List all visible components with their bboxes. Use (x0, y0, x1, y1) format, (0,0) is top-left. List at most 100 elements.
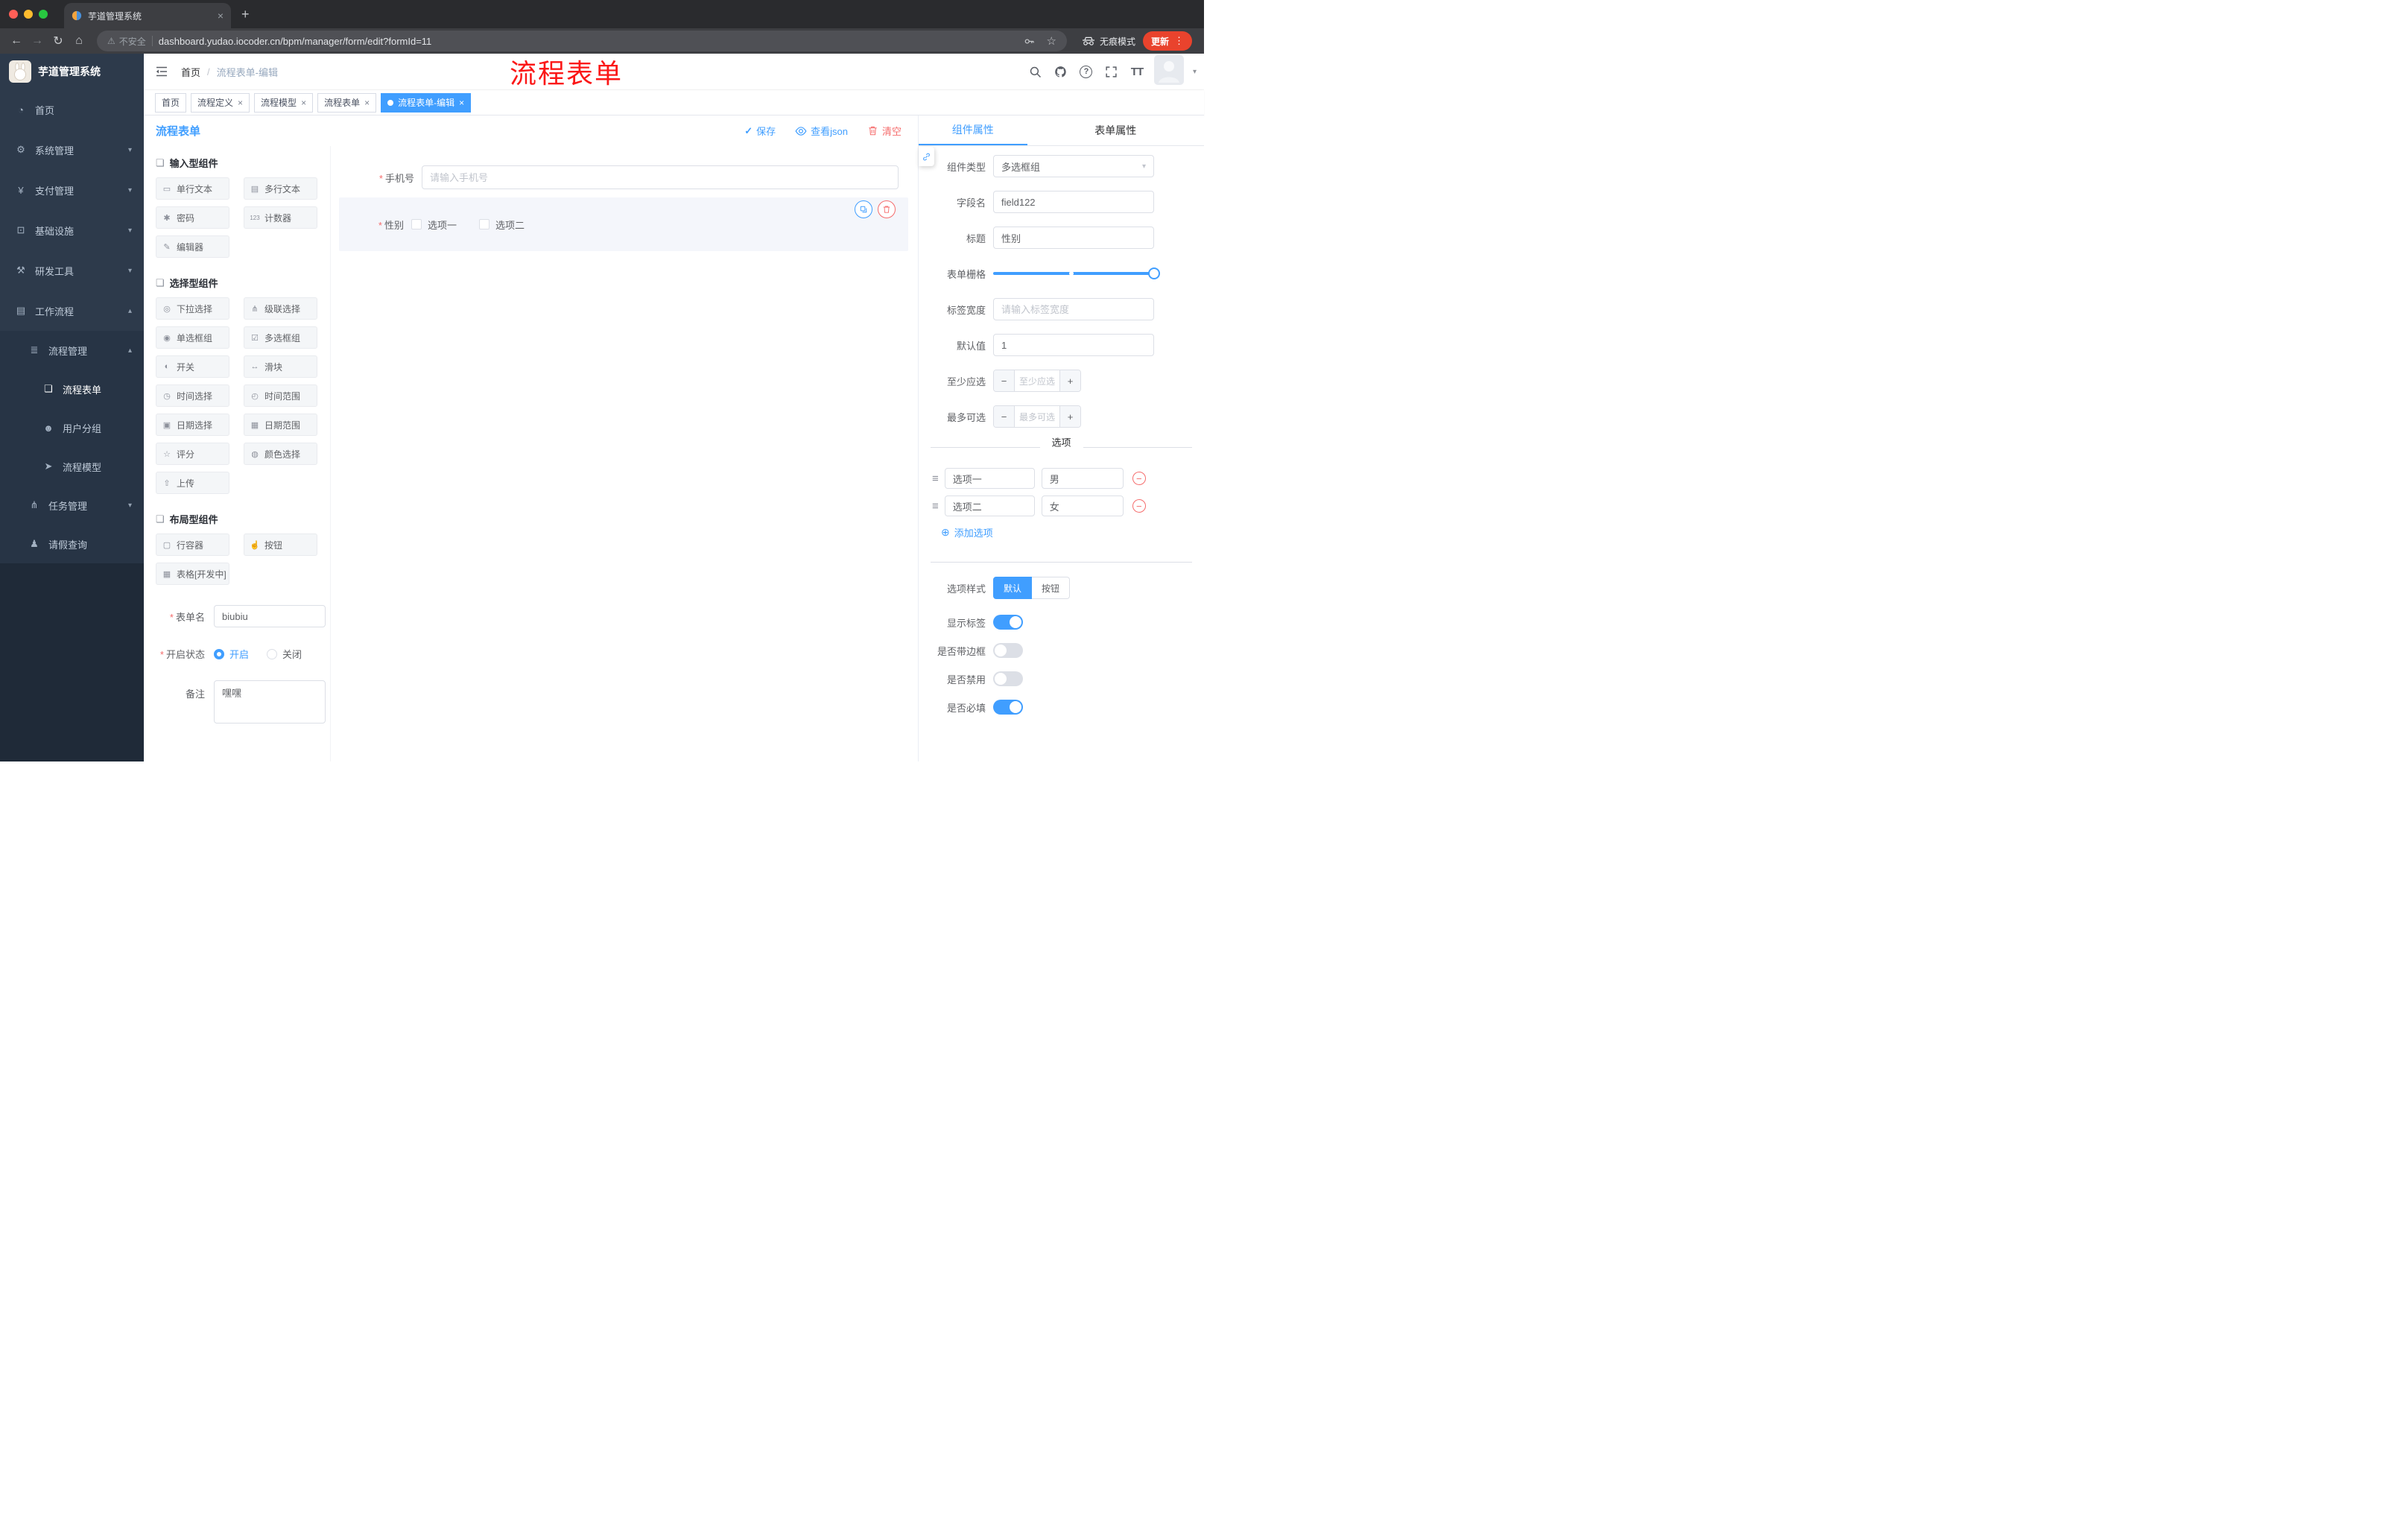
link-button[interactable] (919, 147, 934, 166)
browser-menu-icon[interactable]: ⋮ (1174, 35, 1184, 47)
browser-tab[interactable]: 芋道管理系统 × (64, 3, 231, 28)
form-remark-textarea[interactable]: 嘿嘿 (214, 680, 326, 723)
checkbox-box[interactable] (411, 219, 422, 229)
palette-item-date-picker[interactable]: ▣ 日期选择 (156, 414, 229, 436)
checkbox-box[interactable] (479, 219, 490, 229)
palette-item-password[interactable]: ✱ 密码 (156, 206, 229, 229)
forward-icon[interactable]: → (27, 31, 48, 51)
tab-component-props[interactable]: 组件属性 (919, 115, 1027, 145)
security-chip[interactable]: ⚠ 不安全 (107, 35, 146, 48)
clear-button[interactable]: 清空 (867, 124, 902, 138)
new-tab-button[interactable]: + (241, 7, 250, 22)
palette-item-color-picker[interactable]: ◍ 颜色选择 (244, 443, 317, 465)
stepper-decrease-button[interactable]: − (994, 406, 1015, 427)
sidebar-item-process-model[interactable]: ➤ 流程模型 (0, 447, 144, 486)
form-canvas[interactable]: *手机号 *性别 选项一 选项二 (331, 146, 918, 762)
tag-process-model[interactable]: 流程模型 × (254, 92, 314, 113)
radio-on[interactable]: 开启 (214, 647, 249, 661)
palette-item-slider[interactable]: ↔ 滑块 (244, 355, 317, 378)
tag-close-icon[interactable]: × (238, 98, 243, 108)
palette-item-time-range[interactable]: ◴ 时间范围 (244, 384, 317, 407)
tag-process-form[interactable]: 流程表单 × (317, 92, 377, 113)
reload-icon[interactable]: ↻ (48, 31, 69, 51)
style-button-button[interactable]: 按钮 (1032, 577, 1071, 599)
option2-name-input[interactable] (944, 495, 1035, 516)
window-zoom-button[interactable] (39, 10, 48, 19)
drag-handle-icon[interactable]: ≡ (932, 472, 939, 485)
stepper-increase-button[interactable]: + (1059, 406, 1080, 427)
palette-item-rate[interactable]: ☆ 评分 (156, 443, 229, 465)
search-icon[interactable] (1027, 63, 1044, 80)
show-label-switch[interactable] (993, 615, 1023, 630)
label-width-input[interactable] (993, 298, 1154, 320)
sidebar-item-infra[interactable]: ⊡ 基础设施 ▾ (0, 210, 144, 250)
palette-item-date-range[interactable]: ▦ 日期范围 (244, 414, 317, 436)
option2-value-input[interactable] (1041, 495, 1124, 516)
palette-item-button[interactable]: ☝ 按钮 (244, 533, 317, 556)
palette-item-select[interactable]: ◎ 下拉选择 (156, 297, 229, 320)
default-value-input[interactable] (993, 334, 1154, 356)
github-icon[interactable] (1053, 63, 1069, 80)
slider-handle[interactable] (1148, 267, 1160, 279)
avatar[interactable] (1153, 54, 1184, 89)
sidebar-item-home[interactable]: ◔ 首页 (0, 89, 144, 130)
canvas-field-gender-selected[interactable]: * 性别 选项一 选项二 (339, 197, 908, 251)
fullscreen-icon[interactable] (1103, 63, 1120, 80)
sidebar-item-process-mgmt[interactable]: ≣ 流程管理 ▴ (0, 331, 144, 370)
hamburger-fold-icon[interactable] (155, 66, 168, 77)
drag-handle-icon[interactable]: ≡ (932, 500, 939, 513)
url-text[interactable]: dashboard.yudao.iocoder.cn/bpm/manager/f… (159, 36, 1012, 47)
canvas-field-phone[interactable]: * 手机号 (339, 165, 908, 189)
update-button[interactable]: 更新 ⋮ (1142, 31, 1192, 51)
palette-item-table[interactable]: ▦ 表格[开发中] (156, 563, 229, 585)
tab-form-props[interactable]: 表单属性 (1027, 115, 1204, 145)
palette-item-time-picker[interactable]: ◷ 时间选择 (156, 384, 229, 407)
palette-item-editor[interactable]: ✎ 编辑器 (156, 235, 229, 258)
stepper-decrease-button[interactable]: − (994, 370, 1015, 391)
sidebar-item-payment[interactable]: ¥ 支付管理 ▾ (0, 170, 144, 210)
bookmark-star-icon[interactable]: ☆ (1047, 34, 1056, 48)
palette-item-switch[interactable]: ◐ 开关 (156, 355, 229, 378)
sidebar-item-workflow[interactable]: ▤ 工作流程 ▴ (0, 291, 144, 331)
grid-slider[interactable] (993, 262, 1160, 285)
window-minimize-button[interactable] (24, 10, 33, 19)
tag-home[interactable]: 首页 (155, 92, 187, 113)
stepper-placeholder[interactable]: 至少应选 (1015, 370, 1059, 391)
widget-delete-button[interactable] (878, 200, 896, 218)
palette-item-checkbox-group[interactable]: ☑ 多选框组 (244, 326, 317, 349)
tag-close-icon[interactable]: × (459, 98, 464, 108)
home-icon[interactable]: ⌂ (69, 31, 89, 51)
palette-item-single-text[interactable]: ▭ 单行文本 (156, 177, 229, 200)
title-input[interactable] (993, 227, 1154, 249)
disabled-switch[interactable] (993, 671, 1023, 686)
form-name-input[interactable] (214, 605, 326, 627)
option1-name-input[interactable] (944, 468, 1035, 489)
stepper-placeholder[interactable]: 最多可选 (1015, 406, 1059, 427)
option1-remove-button[interactable]: − (1132, 472, 1146, 485)
style-default-button[interactable]: 默认 (993, 577, 1033, 599)
sidebar-item-devtools[interactable]: ⚒ 研发工具 ▾ (0, 250, 144, 291)
phone-input[interactable] (422, 165, 899, 189)
tag-close-icon[interactable]: × (301, 98, 306, 108)
save-button[interactable]: ✓ 保存 (744, 124, 776, 138)
breadcrumb-home[interactable]: 首页 (181, 65, 200, 79)
required-switch[interactable] (993, 700, 1023, 715)
password-key-icon[interactable] (1024, 36, 1035, 47)
option1-value-input[interactable] (1041, 468, 1124, 489)
border-switch[interactable] (993, 643, 1023, 658)
tag-process-form-edit[interactable]: 流程表单-编辑 × (381, 92, 472, 113)
slider-track[interactable] (993, 267, 1160, 279)
font-size-icon[interactable]: TT (1129, 63, 1145, 80)
sidebar-item-leave-query[interactable]: ♟ 请假查询 (0, 525, 144, 563)
palette-item-cascader[interactable]: ⋔ 级联选择 (244, 297, 317, 320)
palette-item-counter[interactable]: 123 计数器 (244, 206, 317, 229)
address-bar[interactable]: ⚠ 不安全 dashboard.yudao.iocoder.cn/bpm/man… (97, 31, 1067, 51)
view-json-button[interactable]: 查看json (795, 124, 848, 138)
palette-item-radio-group[interactable]: ◉ 单选框组 (156, 326, 229, 349)
tag-process-definition[interactable]: 流程定义 × (191, 92, 250, 113)
sidebar-item-system[interactable]: ⚙ 系统管理 ▾ (0, 130, 144, 170)
palette-item-upload[interactable]: ⇧ 上传 (156, 472, 229, 494)
gender-checkbox-option1[interactable]: 选项一 (411, 218, 457, 232)
tab-close-icon[interactable]: × (218, 10, 224, 22)
help-icon[interactable]: ? (1078, 63, 1094, 80)
